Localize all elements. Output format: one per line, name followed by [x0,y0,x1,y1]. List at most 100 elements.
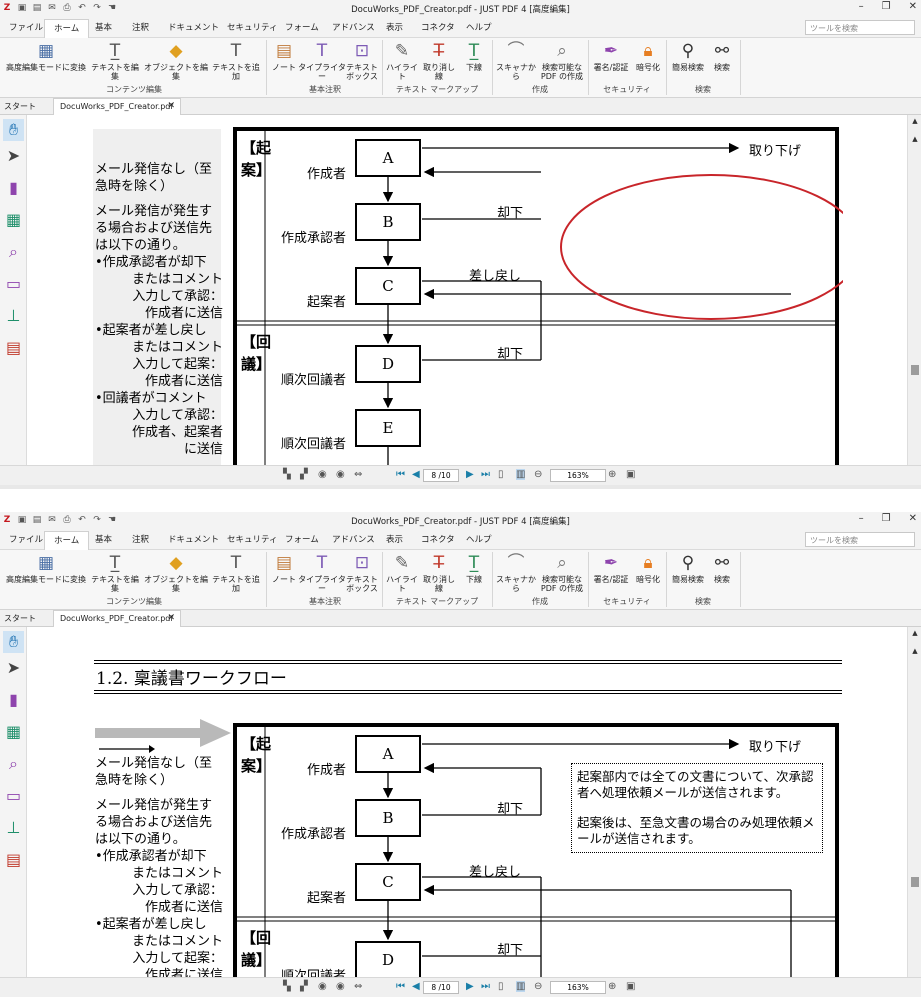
zoom-next-icon[interactable]: ◉ [336,981,345,992]
highlight-button[interactable]: ✎ ハイライト [384,38,420,81]
select-tool-icon[interactable]: ➤ [3,145,24,167]
menu-advanced[interactable]: アドバンス [332,533,375,545]
minimize-icon[interactable]: – [859,513,864,524]
scanner-button[interactable]: ⌒ スキャナから [494,550,538,593]
continuous-page-icon[interactable]: ▥ [516,469,526,480]
last-page-icon[interactable]: ⏭ [481,981,490,992]
close-icon[interactable]: ✕ [909,1,917,12]
continuous-page-icon[interactable]: ▥ [516,981,526,992]
zoom-next-icon[interactable]: ◉ [336,469,345,480]
view-mode-icon[interactable]: ▚ [283,981,291,992]
document-page-view[interactable]: メール発信なし（至急時を除く） メール発信が発生する場合および送信先は以下の通り… [27,115,907,465]
view-mode-icon-2[interactable]: ▞ [300,469,308,480]
page-number-field[interactable]: 8 /10 [423,981,459,994]
scroll-up-icon[interactable]: ▲ [908,117,921,129]
scroll-up-icon[interactable]: ▲ [908,629,921,641]
sign-button[interactable]: ✒ 署名/認証 [590,38,632,72]
prev-page-icon[interactable]: ◀ [412,469,420,480]
menu-advanced[interactable]: アドバンス [332,21,375,33]
select-tool-icon[interactable]: ➤ [3,657,24,679]
edit-object-button[interactable]: ◆ オブジェクトを編集 [143,550,209,593]
fit-page-icon[interactable]: ▣ [626,981,635,992]
fit-page-icon[interactable]: ▣ [626,469,635,480]
edit-text-button[interactable]: T̲ テキストを編集 [89,550,141,593]
menu-form[interactable]: フォーム [285,533,319,545]
encrypt-button[interactable]: 🔒︎ 暗号化 [632,550,664,584]
strikeout-button[interactable]: T̶ 取り消し線 [420,38,458,81]
zoom-prev-icon[interactable]: ◉ [318,981,327,992]
menu-home[interactable]: ホーム [44,531,90,551]
menu-security[interactable]: セキュリティ [227,21,278,33]
underline-button[interactable]: T̲ 下線 [460,550,488,584]
close-icon[interactable]: ✕ [909,513,917,524]
searchable-pdf-button[interactable]: ⌕ 検索可能な PDF の作成 [538,550,586,593]
attachment-icon[interactable]: ⌕ [3,753,24,775]
menu-annotate[interactable]: 注釈 [132,21,149,33]
security-panel-icon[interactable]: ▤ [3,849,24,871]
thumbnails-icon[interactable]: ▦ [3,209,24,231]
menu-view[interactable]: 表示 [386,21,403,33]
menu-basic[interactable]: 基本 [95,533,112,545]
page-number-field[interactable]: 8 /10 [423,469,459,482]
zoom-in-icon[interactable]: ⊕ [608,981,616,992]
zoom-out-icon[interactable]: ⊖ [534,469,542,480]
strikeout-button[interactable]: T̶ 取り消し線 [420,550,458,593]
underline-button[interactable]: T̲ 下線 [460,38,488,72]
menu-form[interactable]: フォーム [285,21,319,33]
searchable-pdf-button[interactable]: ⌕ 検索可能な PDF の作成 [538,38,586,81]
note-button[interactable]: ▤ ノート [270,550,298,584]
encrypt-button[interactable]: 🔒︎ 暗号化 [632,38,664,72]
menu-help[interactable]: ヘルプ [466,21,492,33]
comments-icon[interactable]: ▭ [3,785,24,807]
stamp-icon[interactable]: ⊥ [3,817,24,839]
single-page-icon[interactable]: ▯ [498,469,504,480]
typewriter-button[interactable]: T タイプライター [298,38,346,81]
edit-text-button[interactable]: T̲ テキストを編集 [89,38,141,81]
quick-search-button[interactable]: ⚲ 簡易検索 [668,38,708,72]
tool-search-input[interactable]: ツールを検索 [805,20,915,35]
hand-tool-icon[interactable]: ✋︎ [3,631,24,653]
zoom-level-field[interactable]: 163% [550,469,606,482]
bookmark-icon[interactable]: ▮ [3,689,24,711]
menu-document[interactable]: ドキュメント [168,21,219,33]
tab-start[interactable]: スタート [4,101,36,112]
attachment-icon[interactable]: ⌕ [3,241,24,263]
last-page-icon[interactable]: ⏭ [481,469,490,480]
close-tab-icon[interactable]: ✕ [167,613,175,623]
vertical-scrollbar[interactable]: ▲ ▲ [907,115,921,465]
bookmark-icon[interactable]: ▮ [3,177,24,199]
fit-width-icon[interactable]: ⇔ [354,981,362,992]
menu-home[interactable]: ホーム [44,19,90,39]
fit-width-icon[interactable]: ⇔ [354,469,362,480]
menu-file[interactable]: ファイル [9,21,43,33]
menu-view[interactable]: 表示 [386,533,403,545]
note-button[interactable]: ▤ ノート [270,38,298,72]
scanner-button[interactable]: ⌒ スキャナから [494,38,538,81]
edit-object-button[interactable]: ◆ オブジェクトを編集 [143,38,209,81]
scroll-up-icon-2[interactable]: ▲ [908,135,921,147]
minimize-icon[interactable]: – [859,1,864,12]
convert-button[interactable]: ▦ 高度編集モードに変換 [4,38,88,72]
scroll-thumb[interactable] [911,877,919,887]
vertical-scrollbar[interactable]: ▲ ▲ [907,627,921,977]
add-text-button[interactable]: T テキストを追加 [209,38,263,81]
zoom-in-icon[interactable]: ⊕ [608,469,616,480]
convert-button[interactable]: ▦ 高度編集モードに変換 [4,550,88,584]
single-page-icon[interactable]: ▯ [498,981,504,992]
thumbnails-icon[interactable]: ▦ [3,721,24,743]
first-page-icon[interactable]: ⏮ [396,469,405,480]
hand-tool-icon[interactable]: ✋︎ [3,119,24,141]
menu-document[interactable]: ドキュメント [168,533,219,545]
tab-document[interactable]: DocuWorks_PDF_Creator.pdf ✕ [53,98,181,115]
restore-icon[interactable]: ❐ [882,513,891,524]
tool-search-input[interactable]: ツールを検索 [805,532,915,547]
textbox-button[interactable]: ⊡ テキスト ボックス [346,38,378,81]
tab-document[interactable]: DocuWorks_PDF_Creator.pdf ✕ [53,610,181,627]
next-page-icon[interactable]: ▶ [466,981,474,992]
menu-connector[interactable]: コネクタ [421,533,455,545]
menu-annotate[interactable]: 注釈 [132,533,149,545]
view-mode-icon-2[interactable]: ▞ [300,981,308,992]
first-page-icon[interactable]: ⏮ [396,981,405,992]
menu-file[interactable]: ファイル [9,533,43,545]
zoom-prev-icon[interactable]: ◉ [318,469,327,480]
